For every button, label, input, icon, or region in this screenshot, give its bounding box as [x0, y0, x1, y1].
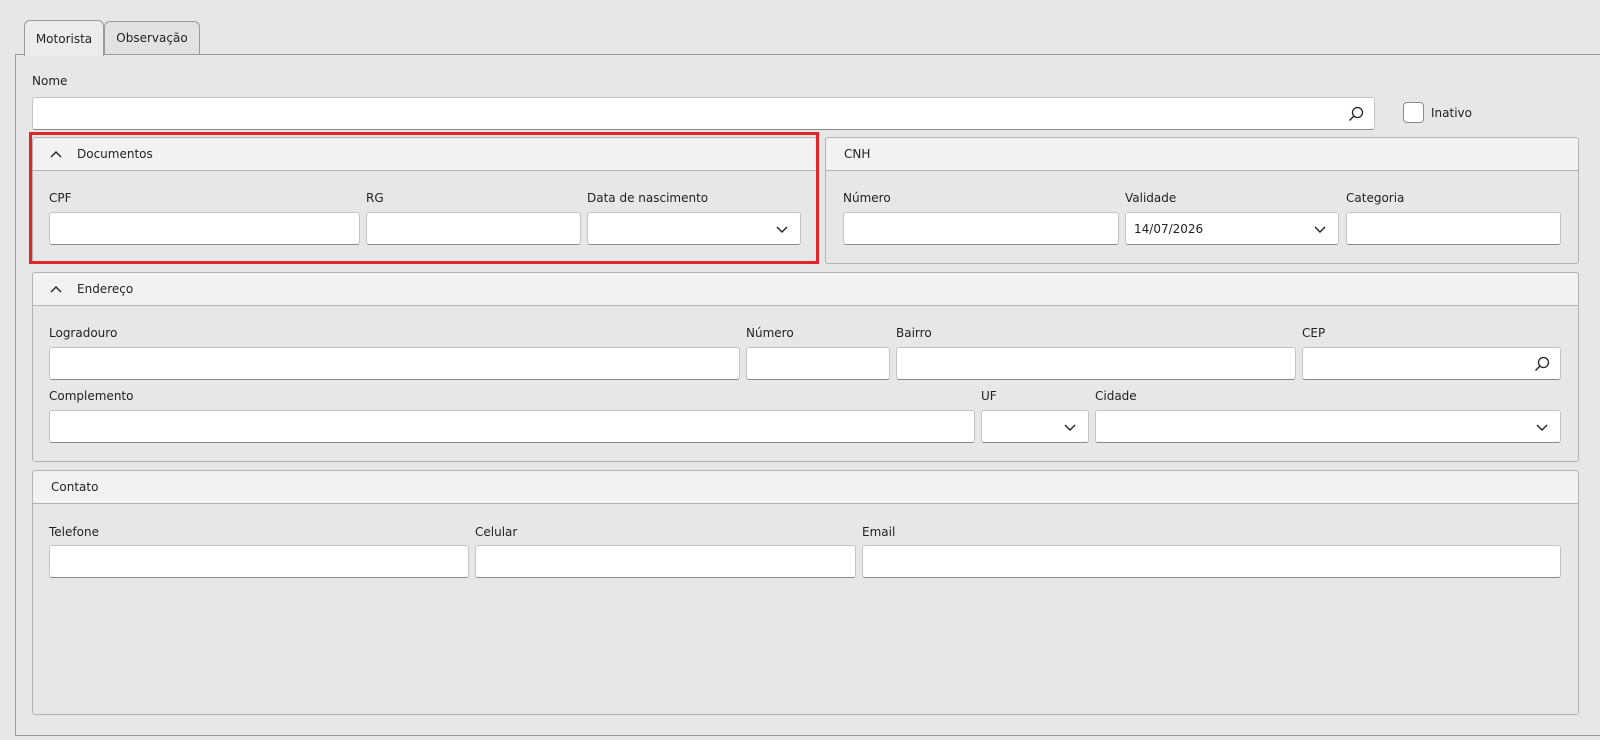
cep-label: CEP: [1302, 326, 1326, 340]
chevron-down-icon[interactable]: [1312, 221, 1328, 237]
rg-label: RG: [366, 191, 384, 205]
categoria-label: Categoria: [1346, 191, 1405, 205]
contato-title: Contato: [51, 480, 99, 494]
cnh-numero-input[interactable]: [843, 212, 1119, 245]
cnh-header: CNH: [826, 138, 1578, 171]
contato-header: Contato: [33, 471, 1578, 504]
complemento-input[interactable]: [49, 410, 975, 443]
nome-label: Nome: [32, 74, 68, 88]
tab-divider: [15, 54, 1600, 55]
tab-motorista-label: Motorista: [35, 31, 93, 46]
telefone-label: Telefone: [49, 525, 99, 539]
nome-input[interactable]: [32, 97, 1375, 130]
cidade-select[interactable]: [1095, 410, 1561, 443]
validade-label: Validade: [1125, 191, 1177, 205]
uf-label: UF: [981, 389, 997, 403]
data-nascimento-label: Data de nascimento: [587, 191, 709, 205]
rg-input[interactable]: [366, 212, 581, 245]
celular-label: Celular: [475, 525, 518, 539]
tab-motorista[interactable]: Motorista: [24, 20, 104, 56]
cep-input[interactable]: [1302, 347, 1561, 380]
categoria-input[interactable]: [1346, 212, 1561, 245]
cidade-label: Cidade: [1095, 389, 1137, 403]
contato-group: Contato: [32, 470, 1579, 715]
endereco-title: Endereço: [77, 282, 134, 296]
search-icon[interactable]: [1534, 356, 1550, 372]
cpf-label: CPF: [49, 191, 72, 205]
inativo-label[interactable]: Inativo: [1431, 106, 1472, 120]
documentos-header[interactable]: Documentos: [33, 138, 816, 171]
cpf-input[interactable]: [49, 212, 360, 245]
endereco-numero-input[interactable]: [746, 347, 890, 380]
endereco-numero-label: Número: [746, 326, 794, 340]
email-input[interactable]: [862, 545, 1561, 578]
documentos-title: Documentos: [77, 147, 153, 161]
tab-observacao[interactable]: Observação: [104, 21, 200, 54]
validade-value: 14/07/2026: [1134, 221, 1204, 236]
chevron-up-icon[interactable]: [49, 282, 63, 296]
chevron-up-icon[interactable]: [49, 147, 63, 161]
chevron-down-icon[interactable]: [1534, 419, 1550, 435]
cnh-title: CNH: [844, 147, 871, 161]
bairro-label: Bairro: [896, 326, 932, 340]
tab-observacao-label: Observação: [116, 31, 188, 45]
bairro-input[interactable]: [896, 347, 1296, 380]
data-nascimento-picker[interactable]: [587, 212, 801, 245]
cnh-numero-label: Número: [843, 191, 891, 205]
logradouro-input[interactable]: [49, 347, 740, 380]
logradouro-label: Logradouro: [49, 326, 118, 340]
celular-input[interactable]: [475, 545, 856, 578]
chevron-down-icon[interactable]: [1062, 419, 1078, 435]
telefone-input[interactable]: [49, 545, 469, 578]
inativo-checkbox[interactable]: [1403, 102, 1424, 123]
endereco-header[interactable]: Endereço: [33, 273, 1578, 306]
chevron-down-icon[interactable]: [774, 221, 790, 237]
email-label: Email: [862, 525, 896, 539]
complemento-label: Complemento: [49, 389, 134, 403]
search-icon[interactable]: [1348, 106, 1364, 122]
validade-picker[interactable]: 14/07/2026: [1125, 212, 1339, 245]
uf-select[interactable]: [981, 410, 1089, 443]
